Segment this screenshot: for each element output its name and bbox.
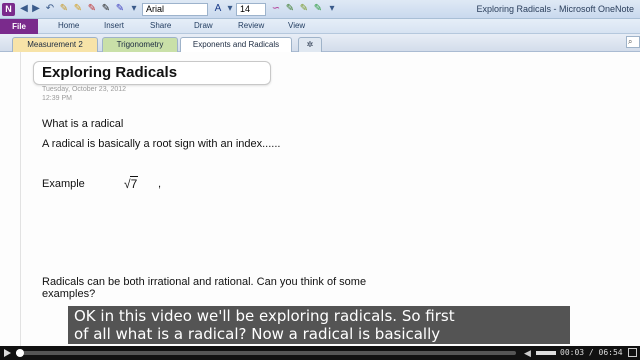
font-color-icon[interactable]: A (212, 3, 224, 15)
play-icon[interactable] (4, 349, 11, 357)
volume-slider[interactable] (536, 351, 556, 355)
pen-icon[interactable]: ✎ (284, 3, 296, 15)
tab-review[interactable]: Review (238, 21, 264, 30)
section-tab-exponents-and-radicals[interactable]: Exponents and Radicals (180, 37, 292, 52)
progress-track[interactable] (16, 351, 516, 355)
caption-line-2: of all what is a radical? Now a radical … (74, 325, 441, 343)
back-icon[interactable]: ◀ (18, 3, 30, 15)
tab-draw[interactable]: Draw (194, 21, 213, 30)
page-margin-line (20, 52, 21, 346)
onenote-icon[interactable]: N (2, 3, 15, 16)
fullscreen-icon[interactable] (628, 348, 637, 357)
section-tabs: Measurement 2 Trigonometry Exponents and… (0, 34, 640, 52)
add-section-icon[interactable]: ✲ (298, 37, 322, 52)
tab-home[interactable]: Home (58, 21, 79, 30)
video-frame: N ◀ ▶ ↶ ✎ ✎ ✎ ✎ ✎ ▾ Arial A ▾ 14 ∽ ✎ ✎ ✎… (0, 0, 640, 346)
note-page[interactable] (0, 52, 640, 346)
section-tab-measurement-2[interactable]: Measurement 2 (12, 37, 98, 52)
forward-icon[interactable]: ▶ (30, 3, 42, 15)
page-date: Tuesday, October 23, 2012 (42, 86, 127, 93)
caption-line-1: OK in this video we'll be exploring radi… (74, 307, 455, 325)
note-line-question[interactable]: What is a radical (42, 118, 123, 130)
tab-view[interactable]: View (288, 21, 305, 30)
volume-icon[interactable]: ◀ (524, 348, 534, 358)
window-title: Exploring Radicals - Microsoft OneNote (476, 4, 634, 14)
note-line-examples[interactable]: examples? (42, 288, 95, 300)
tab-share[interactable]: Share (150, 21, 171, 30)
undo-icon[interactable]: ↶ (44, 3, 56, 15)
example-radical[interactable]: √7 (124, 176, 139, 191)
dropdown-icon[interactable]: ▾ (224, 3, 236, 15)
lasso-icon[interactable]: ∽ (270, 3, 282, 15)
dropdown-icon[interactable]: ▾ (128, 3, 140, 15)
progress-handle[interactable] (16, 349, 24, 357)
note-line-example-label[interactable]: Example (42, 178, 85, 190)
page-time: 12:39 PM (42, 95, 72, 102)
pen-icon[interactable]: ✎ (114, 3, 126, 15)
font-name-field[interactable]: Arial (142, 3, 208, 16)
search-input[interactable]: ⌕ (626, 36, 640, 48)
radicand: 7 (129, 176, 139, 191)
time-readout: 00:03 / 06:54 (560, 348, 623, 357)
section-tab-trigonometry[interactable]: Trigonometry (102, 37, 178, 52)
example-comma: , (158, 178, 162, 190)
pen-icon[interactable]: ✎ (298, 3, 310, 15)
dropdown-icon[interactable]: ▾ (326, 3, 338, 15)
pen-icon[interactable]: ✎ (86, 3, 98, 15)
tab-insert[interactable]: Insert (104, 21, 124, 30)
page-title[interactable]: Exploring Radicals (42, 64, 177, 81)
note-line-definition[interactable]: A radical is basically a root sign with … (42, 138, 280, 150)
pen-icon[interactable]: ✎ (58, 3, 70, 15)
font-size-field[interactable]: 14 (236, 3, 266, 16)
title-bar: N ◀ ▶ ↶ ✎ ✎ ✎ ✎ ✎ ▾ Arial A ▾ 14 ∽ ✎ ✎ ✎… (0, 0, 640, 19)
pen-icon[interactable]: ✎ (312, 3, 324, 15)
video-caption: OK in this video we'll be exploring radi… (68, 306, 570, 344)
note-line-rational[interactable]: Radicals can be both irrational and rati… (42, 276, 366, 288)
pen-icon[interactable]: ✎ (100, 3, 112, 15)
tab-file[interactable]: File (0, 19, 38, 34)
highlighter-icon[interactable]: ✎ (72, 3, 84, 15)
ribbon-tabs: File Home Insert Share Draw Review View (0, 19, 640, 34)
